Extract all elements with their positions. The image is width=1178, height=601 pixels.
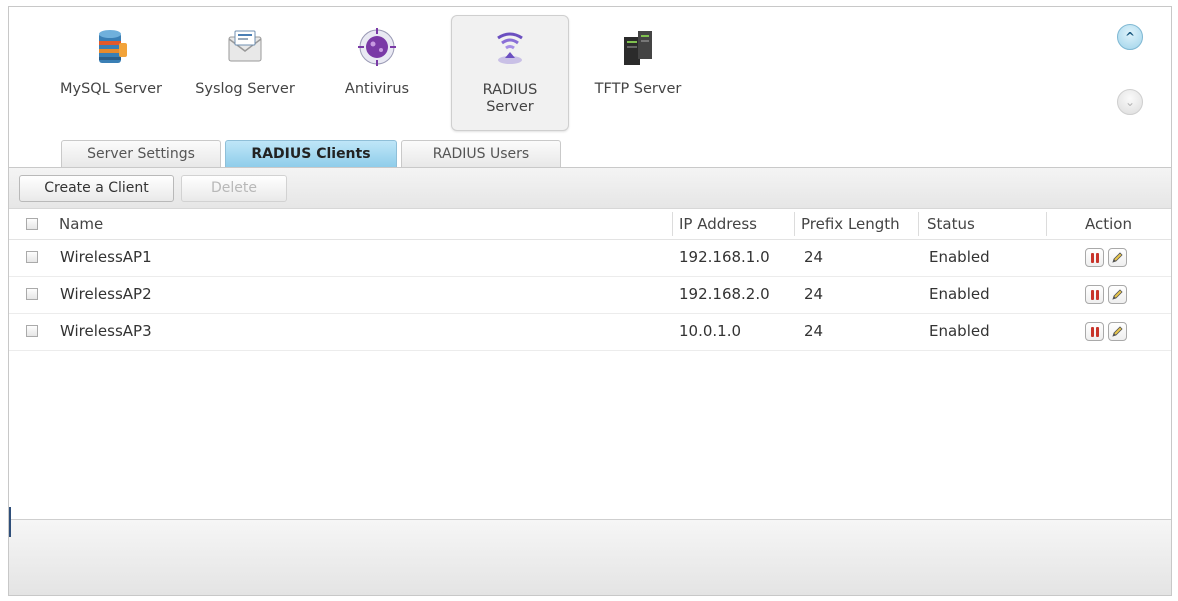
- app-label: Syslog Server: [195, 81, 295, 97]
- virus-shield-icon: [355, 25, 399, 69]
- app-label: MySQL Server: [60, 81, 162, 97]
- app-label-line2: Server: [486, 99, 534, 115]
- cell-status: Enabled: [929, 285, 990, 303]
- table-row[interactable]: WirelessAP2 192.168.2.0 24 Enabled: [9, 276, 1171, 314]
- column-separator: [918, 212, 919, 236]
- edit-icon[interactable]: [1108, 285, 1127, 304]
- stop-icon[interactable]: [1085, 248, 1104, 267]
- window-edge-marker: [9, 507, 11, 537]
- cell-prefix: 24: [804, 248, 824, 266]
- table-row[interactable]: WirelessAP3 10.0.1.0 24 Enabled: [9, 313, 1171, 351]
- cell-name: WirelessAP1: [60, 248, 152, 266]
- column-separator: [1046, 212, 1047, 236]
- app-mysql-server[interactable]: MySQL Server: [51, 15, 171, 129]
- column-header-prefix[interactable]: Prefix Length: [801, 209, 900, 239]
- app-label-line1: RADIUS: [482, 82, 538, 98]
- tab-server-settings[interactable]: Server Settings: [61, 140, 221, 167]
- cell-prefix: 24: [804, 285, 824, 303]
- cell-ip: 192.168.2.0: [679, 285, 770, 303]
- row-checkbox[interactable]: [26, 288, 38, 300]
- row-checkbox[interactable]: [26, 251, 38, 263]
- table-row[interactable]: WirelessAP1 192.168.1.0 24 Enabled: [9, 239, 1171, 277]
- radius-app-window: MySQL Server Syslog Server Antivirus RAD…: [8, 6, 1172, 596]
- row-checkbox[interactable]: [26, 325, 38, 337]
- chevron-up-icon: ^: [1124, 30, 1136, 44]
- app-radius-server[interactable]: RADIUS Server: [451, 15, 569, 131]
- column-header-status[interactable]: Status: [927, 209, 975, 239]
- column-header-action: Action: [1085, 215, 1132, 233]
- tab-radius-users[interactable]: RADIUS Users: [401, 140, 561, 167]
- scroll-up-button[interactable]: ^: [1117, 24, 1143, 50]
- bottom-bar: [9, 519, 1171, 595]
- envelope-log-icon: [223, 25, 267, 69]
- stop-icon[interactable]: [1085, 322, 1104, 341]
- app-label: RADIUS Server: [452, 82, 568, 116]
- cell-ip: 10.0.1.0: [679, 322, 742, 340]
- app-syslog-server[interactable]: Syslog Server: [185, 15, 305, 129]
- create-client-button[interactable]: Create a Client: [19, 175, 174, 202]
- edit-icon[interactable]: [1108, 322, 1127, 341]
- cell-status: Enabled: [929, 248, 990, 266]
- server-rack-icon: [616, 25, 660, 69]
- chevron-down-icon: ⌄: [1124, 95, 1136, 109]
- column-header-name[interactable]: Name: [59, 209, 103, 239]
- delete-button[interactable]: Delete: [181, 175, 287, 202]
- app-tftp-server[interactable]: TFTP Server: [583, 15, 693, 129]
- app-label: TFTP Server: [594, 81, 682, 97]
- cell-status: Enabled: [929, 322, 990, 340]
- tab-radius-clients[interactable]: RADIUS Clients: [225, 140, 397, 167]
- cell-prefix: 24: [804, 322, 824, 340]
- app-label: Antivirus: [344, 81, 410, 97]
- app-antivirus[interactable]: Antivirus: [327, 15, 427, 129]
- select-all-checkbox[interactable]: [26, 218, 38, 230]
- database-icon: [89, 25, 133, 69]
- column-header-ip[interactable]: IP Address: [679, 209, 757, 239]
- cell-name: WirelessAP2: [60, 285, 152, 303]
- edit-icon[interactable]: [1108, 248, 1127, 267]
- table-header: Name IP Address Prefix Length Status Act…: [9, 209, 1171, 240]
- radius-wifi-icon: [488, 26, 532, 70]
- server-app-bar: MySQL Server Syslog Server Antivirus RAD…: [9, 7, 1171, 139]
- cell-name: WirelessAP3: [60, 322, 152, 340]
- column-separator: [672, 212, 673, 236]
- cell-ip: 192.168.1.0: [679, 248, 770, 266]
- scroll-down-button[interactable]: ⌄: [1117, 89, 1143, 115]
- stop-icon[interactable]: [1085, 285, 1104, 304]
- toolbar: Create a Client Delete: [9, 168, 1171, 209]
- column-separator: [794, 212, 795, 236]
